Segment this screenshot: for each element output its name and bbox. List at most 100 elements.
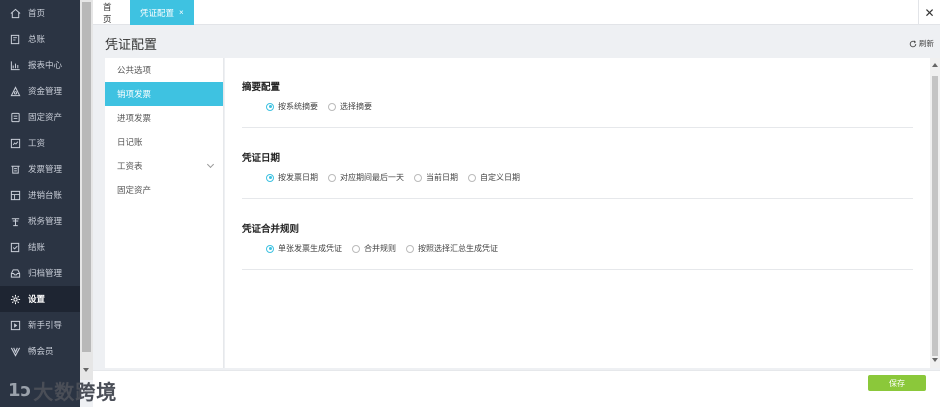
nav-label: 设置 (28, 294, 46, 304)
summary-radio-group: 按系统摘要 选择摘要 (242, 101, 913, 112)
nav-label: 畅会员 (28, 346, 54, 356)
checkout-icon (8, 240, 22, 254)
asset-icon (8, 110, 22, 124)
chevron-down-icon[interactable] (206, 160, 215, 169)
radio-dot[interactable] (328, 102, 336, 111)
watermark-logo: 1ↄ (8, 379, 32, 401)
nav-item-guide[interactable]: 新手引导 (0, 312, 80, 338)
date-radio-group: 按发票日期 对应期间最后一天 当前日期 自定义日期 (242, 172, 913, 183)
tab-voucher-config[interactable]: 凭证配置 × (130, 0, 194, 25)
radio-period-last-day[interactable]: 对应期间最后一天 (328, 172, 404, 183)
voucher-date-section: 凭证日期 按发票日期 对应期间最后一天 当前日期 自定义日期 (242, 150, 913, 199)
sub-item-label: 销项发票 (117, 89, 152, 99)
main-nav: 首页 总账 报表中心 资金管理 固定资产 工资 发票管理 进销台账 税务管理 结… (0, 0, 80, 407)
radio-dot[interactable] (352, 244, 360, 253)
nav-item-funds[interactable]: 资金管理 (0, 78, 80, 104)
sub-item-sales-invoice[interactable]: 销项发票 (105, 82, 223, 106)
radio-label: 当前日期 (426, 173, 458, 182)
radio-label: 自定义日期 (480, 173, 520, 182)
content-scrollbar[interactable] (930, 58, 940, 368)
nav-scroll-thumb[interactable] (82, 2, 91, 352)
gear-icon (8, 292, 22, 306)
nav-label: 结账 (28, 242, 46, 252)
radio-label: 选择摘要 (340, 102, 372, 111)
sub-item-purchase-invoice[interactable]: 进项发票 (105, 106, 223, 130)
nav-item-archive[interactable]: 归档管理 (0, 260, 80, 286)
radio-invoice-date[interactable]: 按发票日期 (266, 172, 318, 183)
nav-item-reports[interactable]: 报表中心 (0, 52, 80, 78)
radio-label: 单张发票生成凭证 (278, 244, 342, 253)
settings-sub-menu: 公共选项 销项发票 进项发票 日记账 工资表 固定资产 (105, 58, 224, 368)
nav-scrollbar[interactable] (80, 0, 93, 380)
sub-item-journal[interactable]: 日记账 (105, 130, 223, 154)
nav-item-ledger[interactable]: 总账 (0, 26, 80, 52)
nav-label: 进销台账 (28, 190, 63, 200)
merge-rule-section: 凭证合并规则 单张发票生成凭证 合并规则 按照选择汇总生成凭证 (242, 221, 913, 270)
money-icon (8, 84, 22, 98)
close-tab-icon[interactable]: × (179, 8, 184, 17)
refresh-icon (909, 39, 917, 47)
radio-current-date[interactable]: 当前日期 (414, 172, 458, 183)
sub-item-salary-sheet[interactable]: 工资表 (105, 154, 223, 178)
radio-select-summary[interactable]: 选择摘要 (328, 101, 372, 112)
nav-item-assets[interactable]: 固定资产 (0, 104, 80, 130)
radio-label: 合并规则 (364, 244, 396, 253)
save-button[interactable]: 保存 (868, 375, 926, 391)
radio-summary-selection[interactable]: 按照选择汇总生成凭证 (406, 243, 498, 254)
section-title: 凭证日期 (242, 153, 281, 164)
nav-label: 首页 (28, 8, 46, 18)
merge-radio-group: 单张发票生成凭证 合并规则 按照选择汇总生成凭证 (242, 243, 913, 254)
radio-single-invoice[interactable]: 单张发票生成凭证 (266, 243, 342, 254)
invoice-icon (8, 162, 22, 176)
summary-config-section: 摘要配置 按系统摘要 选择摘要 (242, 79, 913, 128)
watermark-text: 大数跨境 (33, 381, 118, 404)
radio-label: 按照选择汇总生成凭证 (418, 244, 498, 253)
scroll-down-icon[interactable] (83, 368, 89, 372)
radio-dot[interactable] (468, 173, 476, 182)
scroll-down-icon[interactable] (932, 358, 938, 362)
close-icon: ✕ (924, 5, 935, 20)
guide-icon (8, 318, 22, 332)
radio-dot[interactable] (266, 244, 274, 253)
content-scroll-thumb[interactable] (932, 76, 938, 356)
radio-dot[interactable] (414, 173, 422, 182)
radio-dot[interactable] (406, 244, 414, 253)
tab-bar: 首页 凭证配置 × ✕ (93, 0, 940, 25)
nav-item-salary[interactable]: 工资 (0, 130, 80, 156)
sub-item-common[interactable]: 公共选项 (105, 58, 223, 82)
sub-item-label: 进项发票 (117, 113, 152, 123)
refresh-button[interactable]: 刷新 (909, 38, 934, 49)
nav-label: 税务管理 (28, 216, 63, 226)
radio-merge-rule[interactable]: 合并规则 (352, 243, 396, 254)
nav-item-tax[interactable]: 税务管理 (0, 208, 80, 234)
scroll-up-icon[interactable] (932, 63, 938, 67)
watermark: 1ↄ 大数跨境 (8, 376, 117, 404)
sub-item-label: 日记账 (117, 137, 143, 147)
nav-label: 工资 (28, 138, 46, 148)
radio-dot[interactable] (266, 102, 274, 111)
nav-label: 归档管理 (28, 268, 63, 278)
home-icon (8, 6, 22, 20)
close-all-button[interactable]: ✕ (918, 0, 940, 25)
nav-label: 总账 (28, 34, 46, 44)
nav-item-vip[interactable]: 畅会员 (0, 338, 80, 364)
nav-label: 新手引导 (28, 320, 63, 330)
vip-icon (8, 344, 22, 358)
nav-item-invoice[interactable]: 发票管理 (0, 156, 80, 182)
nav-item-stock[interactable]: 进销台账 (0, 182, 80, 208)
nav-item-settings[interactable]: 设置 (0, 286, 80, 312)
radio-dot[interactable] (266, 173, 274, 182)
page-title: 凭证配置 (105, 37, 158, 52)
tab-home[interactable]: 首页 (93, 0, 129, 25)
sub-item-fixed-assets[interactable]: 固定资产 (105, 178, 223, 202)
nav-item-checkout[interactable]: 结账 (0, 234, 80, 260)
sub-item-label: 公共选项 (117, 65, 152, 75)
footer-bar (93, 370, 940, 407)
nav-item-home[interactable]: 首页 (0, 0, 80, 26)
radio-system-summary[interactable]: 按系统摘要 (266, 101, 318, 112)
radio-custom-date[interactable]: 自定义日期 (468, 172, 520, 183)
radio-dot[interactable] (328, 173, 336, 182)
section-title: 摘要配置 (242, 82, 281, 93)
radio-label: 按发票日期 (278, 173, 318, 182)
nav-label: 报表中心 (28, 60, 63, 70)
